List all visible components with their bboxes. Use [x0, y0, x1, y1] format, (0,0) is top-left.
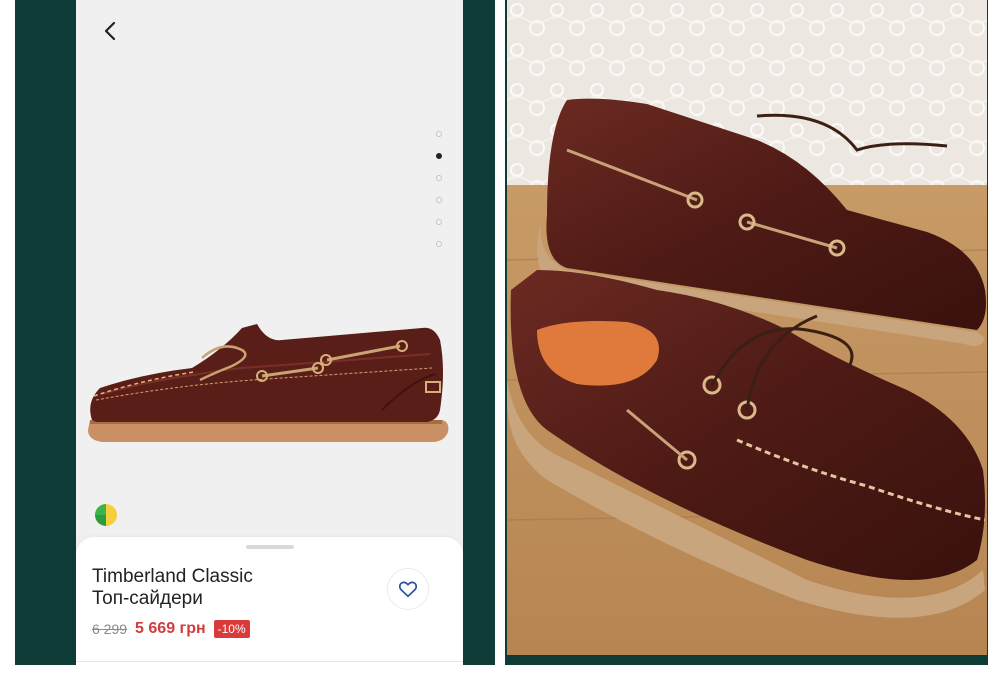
- current-price: 5 669 грн: [135, 620, 206, 637]
- product-title-line1: Timberland Classic: [92, 566, 253, 587]
- product-image[interactable]: [82, 310, 452, 450]
- discount-badge: -10%: [213, 620, 250, 638]
- gallery-pagination: [434, 131, 444, 263]
- heart-icon: [398, 581, 418, 598]
- product-info-sheet: Timberland Classic Топ-сайдери 6 299 5 6…: [76, 537, 463, 665]
- divider: [76, 661, 463, 662]
- gallery-dot-active[interactable]: [436, 153, 442, 159]
- right-photo-frame: [505, 0, 988, 665]
- gallery-dot[interactable]: [436, 197, 442, 203]
- back-button[interactable]: [100, 16, 124, 46]
- price-row: 6 299 5 669 грн -10%: [92, 620, 250, 638]
- gallery-dot[interactable]: [436, 241, 442, 247]
- old-price: 6 299: [92, 621, 128, 637]
- product-page: Timberland Classic Топ-сайдери 6 299 5 6…: [76, 0, 463, 665]
- favorite-button[interactable]: [387, 568, 429, 610]
- brand-logo-icon: [94, 503, 118, 532]
- gallery-dot[interactable]: [436, 175, 442, 181]
- gallery-dot[interactable]: [436, 219, 442, 225]
- gallery-dot[interactable]: [436, 131, 442, 137]
- left-screenshot-frame: Timberland Classic Топ-сайдери 6 299 5 6…: [15, 0, 495, 665]
- real-shoes-photo: [507, 0, 987, 655]
- bottom-strip: [0, 665, 1000, 678]
- sheet-handle[interactable]: [246, 545, 294, 549]
- product-title-line2: Топ-сайдери: [92, 588, 203, 609]
- product-title: Timberland Classic Топ-сайдери: [92, 566, 372, 610]
- chevron-left-icon: [104, 21, 116, 41]
